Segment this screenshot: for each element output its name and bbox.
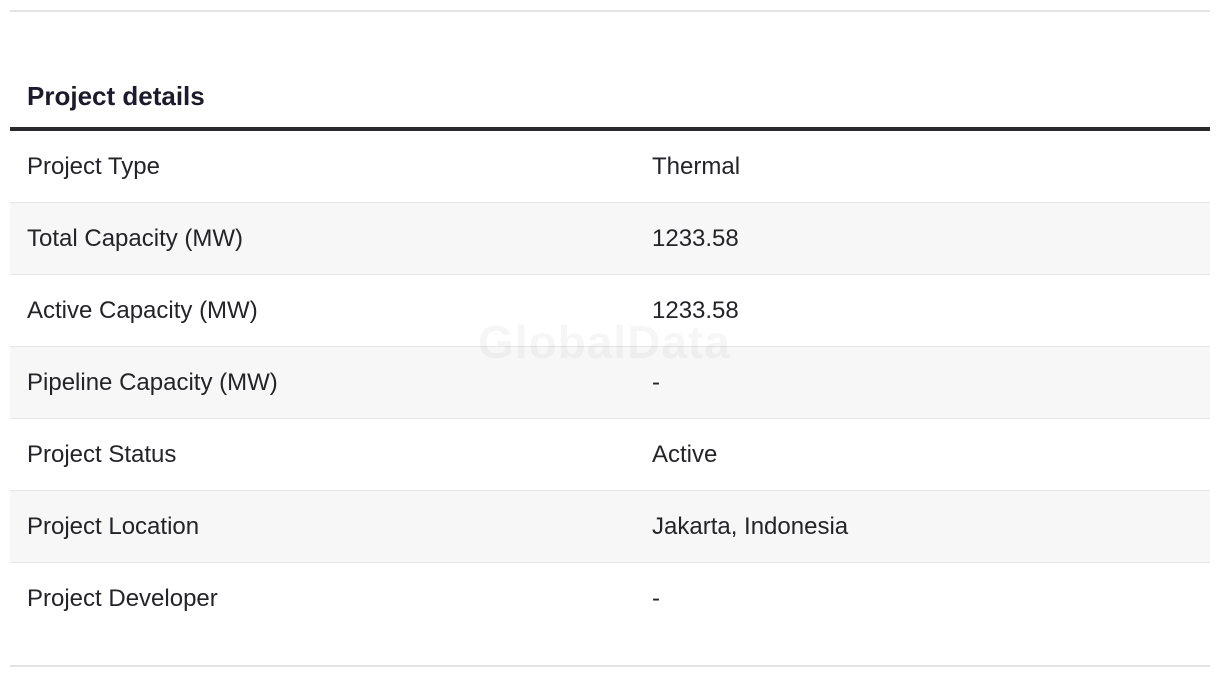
- top-divider: [10, 10, 1210, 12]
- table-row-project-location: Project Location Jakarta, Indonesia: [10, 491, 1210, 563]
- table-row-project-type: Project Type Thermal: [10, 131, 1210, 203]
- table-row-project-developer: Project Developer -: [10, 563, 1210, 635]
- row-value: -: [652, 369, 660, 396]
- row-value: -: [652, 585, 660, 612]
- row-label: Active Capacity (MW): [27, 297, 258, 324]
- table-row-active-capacity: Active Capacity (MW) 1233.58: [10, 275, 1210, 347]
- row-label: Project Location: [27, 513, 200, 540]
- row-value: Thermal: [652, 153, 741, 180]
- row-label: Total Capacity (MW): [27, 225, 244, 252]
- row-value: Active: [652, 441, 718, 468]
- table-row-pipeline-capacity: Pipeline Capacity (MW) -: [10, 347, 1210, 419]
- section-title: Project details: [27, 81, 205, 111]
- bottom-divider: [10, 665, 1210, 667]
- row-label: Pipeline Capacity (MW): [27, 369, 278, 396]
- row-label: Project Developer: [27, 585, 218, 612]
- row-label: Project Status: [27, 441, 177, 468]
- row-value: 1233.58: [652, 297, 739, 324]
- row-value: 1233.58: [652, 225, 739, 252]
- row-value: Jakarta, Indonesia: [652, 513, 849, 540]
- row-label: Project Type: [27, 153, 160, 180]
- project-details-table: Project Type Thermal Total Capacity (MW)…: [10, 131, 1210, 635]
- table-row-total-capacity: Total Capacity (MW) 1233.58: [10, 203, 1210, 275]
- table-row-project-status: Project Status Active: [10, 419, 1210, 491]
